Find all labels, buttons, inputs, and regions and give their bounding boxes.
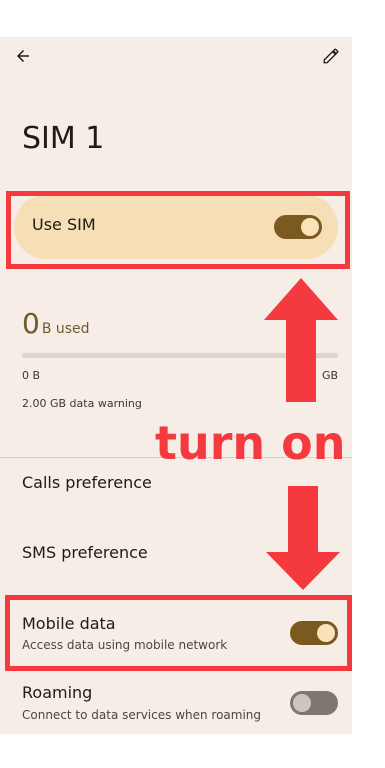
turn-on-annotation: turn on [155,416,346,470]
usage-range-start: 0 B [22,369,41,382]
data-warning-text: 2.00 GB data warning [22,397,142,410]
highlight-box-mobile-data [5,595,352,671]
page-title: SIM 1 [22,121,105,156]
pencil-icon[interactable] [316,41,346,71]
roaming-title: Roaming [22,683,93,702]
roaming-toggle[interactable] [290,691,338,715]
arrow-up-icon [264,278,338,402]
usage-unit: B used [41,321,90,337]
back-arrow-icon[interactable] [8,41,38,71]
highlight-box-use-sim [6,191,350,269]
usage-number: 0 [22,307,40,340]
toggle-thumb [293,694,311,712]
arrow-down-icon [266,486,340,590]
data-usage-amount: 0B used [22,307,90,340]
roaming-subtitle: Connect to data services when roaming [22,708,262,722]
calls-preference-row[interactable]: Calls preference [22,473,152,492]
sms-preference-row[interactable]: SMS preference [22,543,148,562]
